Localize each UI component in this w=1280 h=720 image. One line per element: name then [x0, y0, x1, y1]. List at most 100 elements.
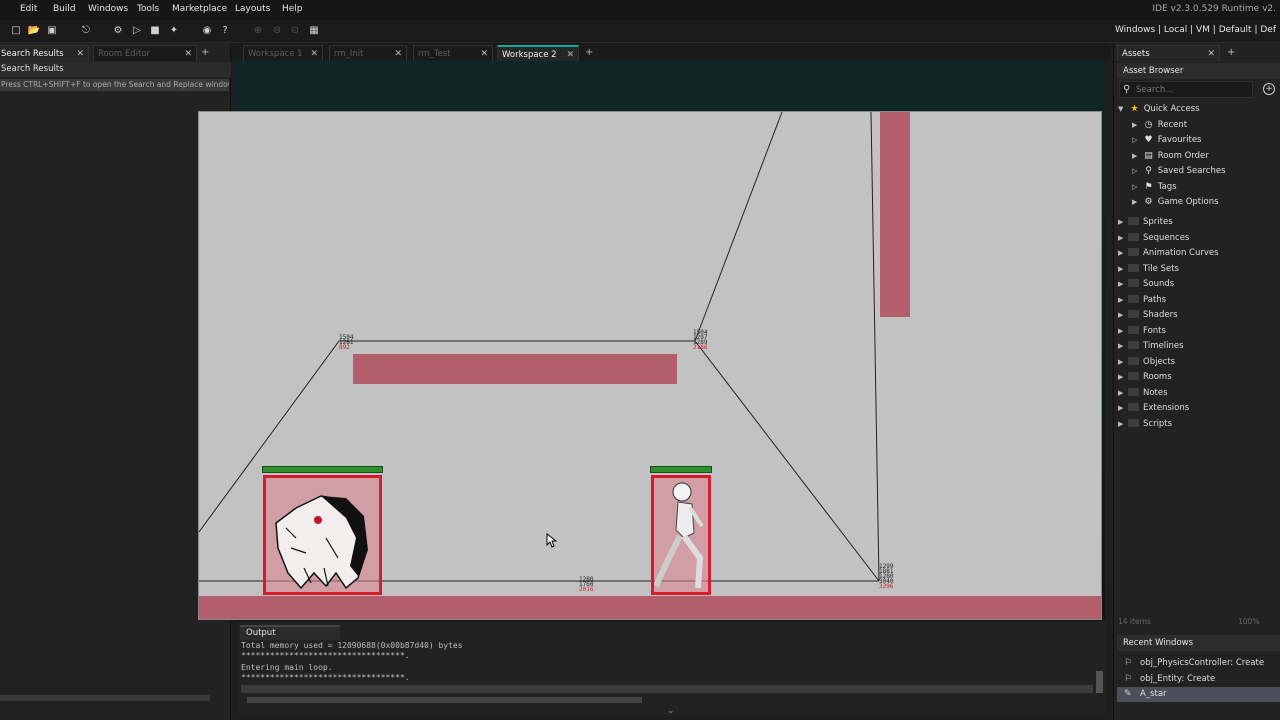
- close-icon[interactable]: ✕: [480, 46, 488, 61]
- chevron-right-icon[interactable]: ▷: [1132, 180, 1142, 195]
- close-icon[interactable]: ✕: [184, 46, 192, 61]
- open-project-icon[interactable]: 📂: [27, 24, 41, 38]
- tree-folder-scripts[interactable]: ▶ Scripts: [1118, 417, 1172, 432]
- debug-icon[interactable]: ⚙: [111, 24, 125, 38]
- target-platform[interactable]: Windows: [1115, 25, 1155, 35]
- close-icon[interactable]: ✕: [310, 46, 318, 61]
- chevron-right-icon[interactable]: ▷: [1132, 133, 1142, 148]
- target-settings-icon[interactable]: ◉: [200, 24, 214, 38]
- tree-folder-rooms[interactable]: ▶ Rooms: [1118, 370, 1172, 385]
- tree-game-options[interactable]: ▶ ⚙ Game Options: [1132, 195, 1219, 210]
- new-project-icon[interactable]: □: [9, 24, 23, 38]
- recent-window-item[interactable]: ⚐ obj_PhysicsController: Create: [1117, 656, 1280, 671]
- collapse-chevron-icon[interactable]: ⌄: [667, 706, 675, 716]
- run-icon[interactable]: ▷: [130, 24, 144, 38]
- tab-output[interactable]: Output: [240, 625, 340, 640]
- chevron-right-icon[interactable]: ▶: [1118, 355, 1128, 370]
- game-room-view[interactable]: 1504 1281 892 1504 1297 1289 2186 1280 1…: [198, 111, 1102, 620]
- menu-help[interactable]: Help: [282, 4, 303, 14]
- create-exe-icon[interactable]: ⎋: [79, 24, 93, 38]
- chevron-right-icon[interactable]: ▶: [1118, 308, 1128, 323]
- chevron-right-icon[interactable]: ▶: [1118, 262, 1128, 277]
- help-icon[interactable]: ?: [218, 24, 232, 38]
- tree-folder-sequences[interactable]: ▶ Sequences: [1118, 231, 1189, 246]
- add-tab-icon[interactable]: +: [201, 45, 209, 61]
- recent-window-item-selected[interactable]: ✎ A_star: [1117, 687, 1280, 702]
- menu-layouts[interactable]: Layouts: [235, 4, 270, 14]
- chevron-right-icon[interactable]: ▶: [1132, 118, 1142, 133]
- close-icon[interactable]: ✕: [566, 47, 574, 61]
- chevron-right-icon[interactable]: ▶: [1118, 386, 1128, 401]
- close-icon[interactable]: ✕: [76, 46, 84, 61]
- chevron-right-icon[interactable]: ▶: [1118, 370, 1128, 385]
- tree-folder-notes[interactable]: ▶ Notes: [1118, 386, 1168, 401]
- tree-folder-extensions[interactable]: ▶ Extensions: [1118, 401, 1189, 416]
- chevron-right-icon[interactable]: ▶: [1118, 246, 1128, 261]
- tab-workspace-2[interactable]: Workspace 2 ✕: [497, 45, 579, 61]
- chevron-down-icon[interactable]: ▼: [1118, 102, 1128, 117]
- zoom-reset-icon[interactable]: ⊙: [288, 24, 302, 38]
- add-asset-icon[interactable]: +: [1263, 83, 1275, 95]
- output-scrollbar[interactable]: [241, 685, 1093, 693]
- tree-folder-shaders[interactable]: ▶ Shaders: [1118, 308, 1178, 323]
- tree-quick-access[interactable]: ▼ ★ Quick Access: [1118, 102, 1200, 117]
- tab-assets[interactable]: Assets ✕: [1117, 45, 1220, 61]
- chevron-right-icon[interactable]: ▶: [1132, 195, 1142, 210]
- target-selector[interactable]: Windows | Local | VM | Default | Def: [1115, 25, 1276, 35]
- tree-folder-sprites[interactable]: ▶ Sprites: [1118, 215, 1173, 230]
- chevron-right-icon[interactable]: ▶: [1118, 417, 1128, 432]
- tree-saved-searches[interactable]: ▷ ⚲ Saved Searches: [1132, 164, 1226, 179]
- tab-room-editor[interactable]: Room Editor ✕: [93, 45, 197, 61]
- tree-tags[interactable]: ▷ ⚑ Tags: [1132, 180, 1177, 195]
- chevron-right-icon[interactable]: ▶: [1118, 277, 1128, 292]
- close-icon[interactable]: ✕: [1207, 46, 1215, 61]
- chevron-right-icon[interactable]: ▶: [1118, 293, 1128, 308]
- stop-icon[interactable]: ■: [148, 24, 162, 38]
- tree-recent[interactable]: ▶ ◷ Recent: [1132, 118, 1187, 133]
- chevron-right-icon[interactable]: ▶: [1118, 215, 1128, 230]
- tab-search-results[interactable]: Search Results ✕: [0, 45, 89, 61]
- tree-room-order[interactable]: ▶ ▤ Room Order: [1132, 149, 1209, 164]
- chevron-right-icon[interactable]: ▷: [1132, 164, 1142, 179]
- horizontal-scrollbar[interactable]: [0, 695, 210, 701]
- menu-marketplace[interactable]: Marketplace: [172, 4, 227, 14]
- chevron-right-icon[interactable]: ▶: [1118, 339, 1128, 354]
- grid-icon[interactable]: ▦: [307, 24, 321, 38]
- chevron-right-icon[interactable]: ▶: [1118, 231, 1128, 246]
- add-workspace-icon[interactable]: +: [585, 45, 593, 61]
- menu-tools[interactable]: Tools: [137, 4, 159, 14]
- target-output[interactable]: VM: [1196, 25, 1210, 35]
- clean-icon[interactable]: ✦: [167, 24, 181, 38]
- tab-workspace-1[interactable]: Workspace 1 ✕: [243, 45, 323, 61]
- tree-folder-objects[interactable]: ▶ Objects: [1118, 355, 1175, 370]
- zoom-out-icon[interactable]: ⊖: [270, 24, 284, 38]
- target-extra[interactable]: Def: [1260, 25, 1276, 35]
- menu-windows[interactable]: Windows: [88, 4, 128, 14]
- tree-folder-tile-sets[interactable]: ▶ Tile Sets: [1118, 262, 1179, 277]
- menu-build[interactable]: Build: [53, 4, 76, 14]
- chevron-right-icon[interactable]: ▶: [1118, 324, 1128, 339]
- recent-window-item[interactable]: ⚐ obj_Entity: Create: [1117, 672, 1280, 687]
- target-device[interactable]: Local: [1164, 25, 1187, 35]
- target-config[interactable]: Default: [1219, 25, 1252, 35]
- tree-folder-fonts[interactable]: ▶ Fonts: [1118, 324, 1166, 339]
- tree-folder-sounds[interactable]: ▶ Sounds: [1118, 277, 1174, 292]
- save-project-icon[interactable]: ▣: [45, 24, 59, 38]
- menu-edit[interactable]: Edit: [20, 4, 37, 14]
- chevron-right-icon[interactable]: ▶: [1132, 149, 1142, 164]
- tree-folder-paths[interactable]: ▶ Paths: [1118, 293, 1166, 308]
- tree-folder-animation-curves[interactable]: ▶ Animation Curves: [1118, 246, 1219, 261]
- asset-search-input[interactable]: [1136, 83, 1251, 96]
- chevron-right-icon[interactable]: ▶: [1118, 401, 1128, 416]
- tree-folder-timelines[interactable]: ▶ Timelines: [1118, 339, 1184, 354]
- output-vertical-scrollbar[interactable]: [1096, 671, 1103, 693]
- tab-rm-test[interactable]: rm_Test ✕: [413, 45, 493, 61]
- tree-favourites[interactable]: ▷ ♥ Favourites: [1132, 133, 1202, 148]
- close-icon[interactable]: ✕: [394, 46, 402, 61]
- player-entity[interactable]: [651, 475, 711, 595]
- add-tab-icon[interactable]: +: [1227, 45, 1235, 61]
- workspace-scrollbar[interactable]: [247, 697, 642, 703]
- tab-rm-init[interactable]: rm_Init ✕: [329, 45, 407, 61]
- enemy-entity[interactable]: [263, 475, 382, 595]
- zoom-in-icon[interactable]: ⊕: [251, 24, 265, 38]
